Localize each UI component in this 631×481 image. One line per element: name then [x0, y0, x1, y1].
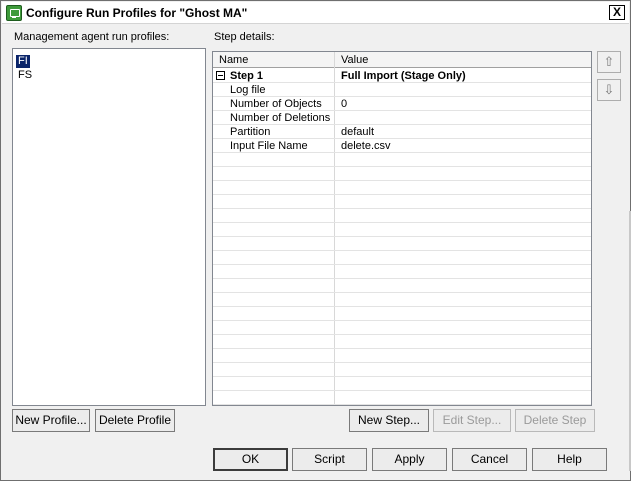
table-row[interactable]: Partition default [213, 125, 591, 139]
empty-row [213, 167, 591, 181]
property-name: Log file [230, 84, 266, 96]
cancel-button[interactable]: Cancel [452, 448, 527, 471]
ok-button[interactable]: OK [213, 448, 288, 471]
column-header-name[interactable]: Name [219, 54, 248, 66]
step-details-label: Step details: [214, 31, 275, 43]
step-name: Step 1 [230, 70, 264, 82]
property-name: Input File Name [230, 140, 308, 152]
grid-header: Name Value [213, 52, 591, 68]
help-button[interactable]: Help [532, 448, 607, 471]
move-step-down-button[interactable]: ⇩ [597, 79, 621, 101]
list-item-fi[interactable]: FI [16, 55, 30, 68]
empty-row [213, 307, 591, 321]
table-row[interactable]: Log file [213, 83, 591, 97]
empty-row [213, 363, 591, 377]
empty-row [213, 265, 591, 279]
delete-profile-button[interactable]: Delete Profile [95, 409, 175, 432]
table-row[interactable]: Number of Deletions [213, 111, 591, 125]
empty-row [213, 153, 591, 167]
edit-step-button[interactable]: Edit Step... [433, 409, 511, 432]
app-icon [6, 5, 22, 21]
move-step-up-button[interactable]: ⇧ [597, 51, 621, 73]
empty-row [213, 237, 591, 251]
property-name: Number of Objects [230, 98, 322, 110]
new-profile-button[interactable]: New Profile... [12, 409, 90, 432]
arrow-up-icon: ⇧ [603, 54, 615, 69]
empty-row [213, 279, 591, 293]
script-button[interactable]: Script [292, 448, 367, 471]
property-value: 0 [341, 98, 348, 110]
window-title: Configure Run Profiles for "Ghost MA" [26, 6, 248, 20]
arrow-down-icon: ⇩ [603, 82, 615, 97]
empty-row [213, 223, 591, 237]
table-row[interactable]: Input File Name delete.csv [213, 139, 591, 153]
empty-row [213, 181, 591, 195]
empty-row [213, 391, 591, 405]
collapse-icon[interactable] [216, 71, 225, 80]
empty-row [213, 349, 591, 363]
list-item-fs[interactable]: FS [16, 69, 34, 82]
property-name: Partition [230, 126, 271, 138]
configure-run-profiles-dialog: Configure Run Profiles for "Ghost MA" X … [0, 0, 631, 481]
empty-row [213, 293, 591, 307]
property-value: default [341, 126, 375, 138]
step-value: Full Import (Stage Only) [341, 70, 466, 82]
empty-row [213, 335, 591, 349]
empty-row [213, 251, 591, 265]
property-value: delete.csv [341, 140, 391, 152]
empty-row [213, 195, 591, 209]
title-bar: Configure Run Profiles for "Ghost MA" X [2, 2, 629, 24]
empty-row [213, 321, 591, 335]
empty-row [213, 209, 591, 223]
apply-button[interactable]: Apply [372, 448, 447, 471]
column-header-value[interactable]: Value [341, 54, 368, 66]
new-step-button[interactable]: New Step... [349, 409, 429, 432]
property-name: Number of Deletions [230, 112, 331, 124]
run-profiles-list[interactable]: FI FS [12, 48, 206, 406]
profiles-label: Management agent run profiles: [14, 31, 170, 43]
delete-step-button[interactable]: Delete Step [515, 409, 595, 432]
table-row[interactable]: Number of Objects 0 [213, 97, 591, 111]
step-row[interactable]: Step 1 Full Import (Stage Only) [213, 69, 591, 83]
step-details-grid[interactable]: Name Value Step 1 Full Import (Stage Onl… [212, 51, 592, 406]
empty-row [213, 377, 591, 391]
close-button[interactable]: X [609, 5, 625, 20]
